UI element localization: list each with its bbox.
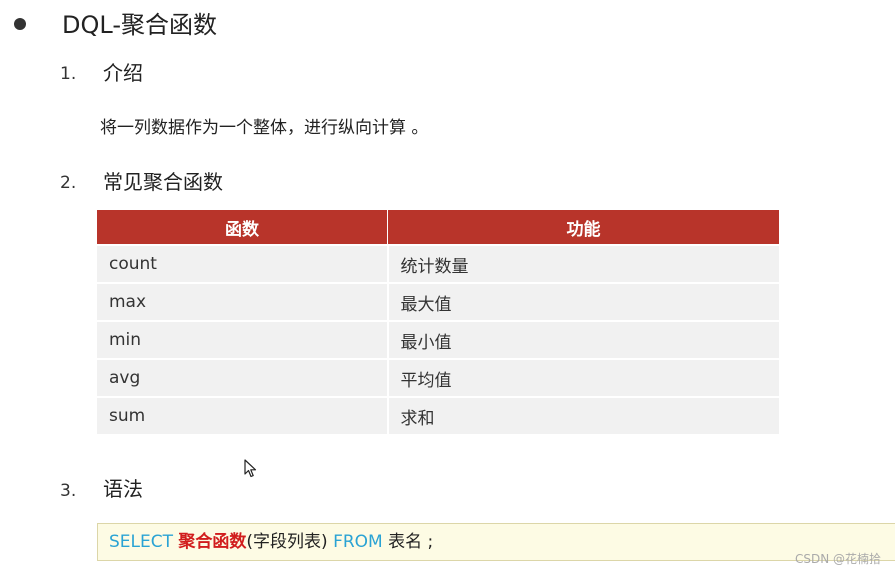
- function-name-cell: min: [97, 320, 389, 359]
- header-function: 函数: [97, 210, 388, 245]
- aggregate-function-placeholder: 聚合函数: [178, 532, 247, 552]
- syntax-box: SELECT 聚合函数(字段列表) FROM 表名 ;: [97, 523, 895, 561]
- watermark: CSDN @花楠拾: [794, 552, 881, 566]
- function-name-cell: avg: [97, 358, 389, 397]
- table-row: max 最大值: [97, 282, 779, 321]
- function-name-cell: count: [97, 244, 389, 283]
- function-purpose-cell: 统计数量: [387, 244, 779, 283]
- function-name-cell: max: [97, 282, 389, 321]
- header-purpose: 功能: [387, 210, 779, 245]
- section-3-heading: 语法: [103, 477, 143, 501]
- section-2-number: 2.: [60, 173, 77, 193]
- function-purpose-cell: 最大值: [387, 282, 779, 321]
- function-name-cell: sum: [97, 396, 389, 434]
- section-1-heading: 介绍: [103, 61, 143, 85]
- page-title: DQL-聚合函数: [62, 11, 217, 39]
- function-purpose-cell: 平均值: [387, 358, 779, 397]
- section-2-heading: 常见聚合函数: [103, 170, 223, 194]
- aggregate-functions-table: 函数 功能 count 统计数量 max 最大值 min 最小值 avg 平均值…: [97, 210, 779, 434]
- table-header-row: 函数 功能: [97, 210, 779, 245]
- from-keyword: FROM: [333, 532, 383, 552]
- function-purpose-cell: 求和: [387, 396, 779, 434]
- section-1-number: 1.: [60, 64, 77, 84]
- table-name-placeholder: 表名 ;: [388, 532, 434, 552]
- intro-text: 将一列数据作为一个整体，进行纵向计算 。: [100, 118, 429, 138]
- bullet-icon: [14, 18, 26, 30]
- table-row: sum 求和: [97, 396, 779, 434]
- select-keyword: SELECT: [109, 532, 173, 552]
- table-row: min 最小值: [97, 320, 779, 359]
- mouse-cursor-icon: [244, 459, 257, 478]
- field-list-placeholder: (字段列表): [246, 532, 328, 552]
- table-row: count 统计数量: [97, 244, 779, 283]
- section-3-number: 3.: [60, 481, 77, 501]
- function-purpose-cell: 最小值: [387, 320, 779, 359]
- table-row: avg 平均值: [97, 358, 779, 397]
